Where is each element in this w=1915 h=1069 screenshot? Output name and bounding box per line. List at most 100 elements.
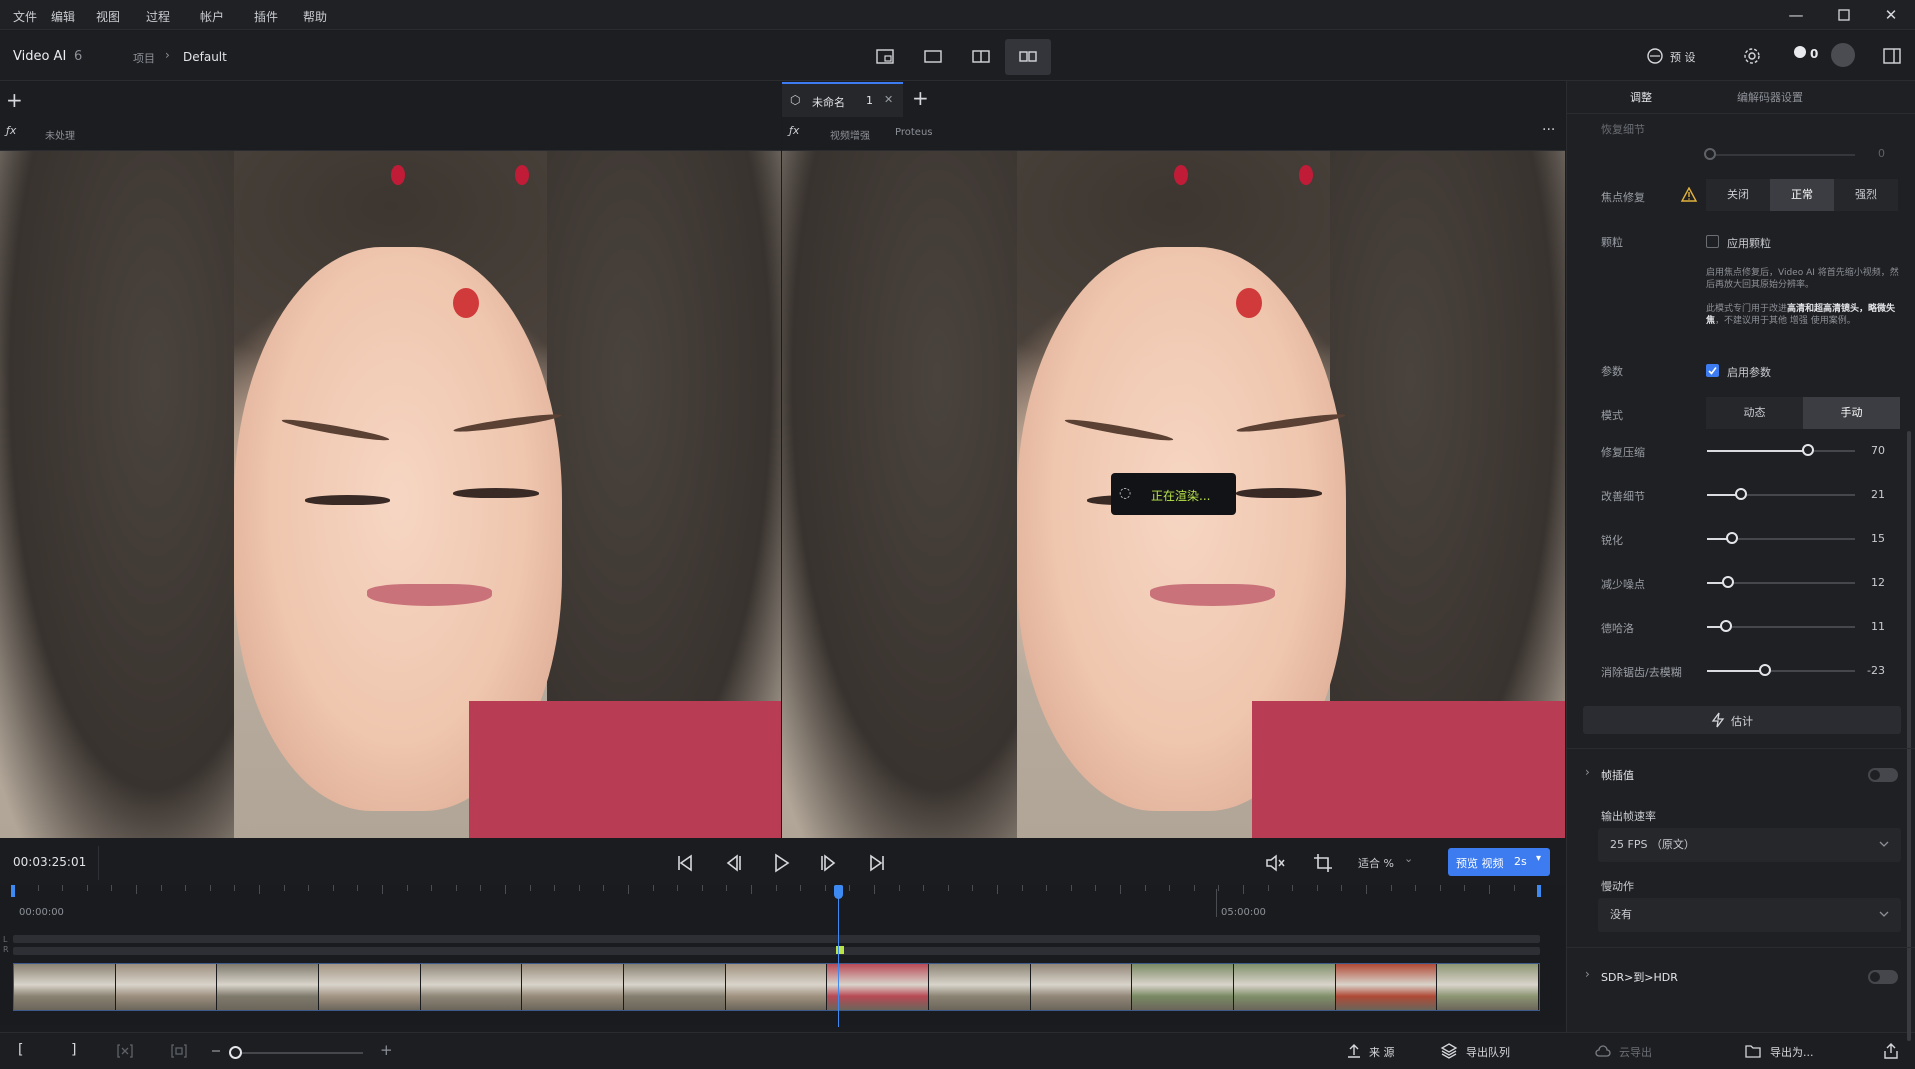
focus-fix-strong[interactable]: 强烈 [1834,179,1898,211]
zoom-in-icon[interactable]: + [380,1041,393,1059]
in-marker[interactable] [11,885,15,897]
timeline-zoom-knob[interactable] [229,1046,242,1059]
thumbnail [522,964,624,1010]
add-tab-icon[interactable]: + [912,86,929,110]
preview-chevron-down-icon[interactable]: ▾ [1536,853,1541,864]
original-video-preview[interactable] [0,151,781,838]
skip-to-start-icon[interactable] [672,850,698,876]
zoom-chevron-down-icon[interactable]: ⌄ [1404,852,1413,865]
view-single-button[interactable] [910,39,956,75]
breadcrumb-current[interactable]: Default [183,50,227,64]
step-forward-icon[interactable] [816,850,842,876]
tab-codec-settings[interactable]: 编解码器设置 [1737,89,1803,105]
apply-grain-checkbox[interactable] [1706,235,1719,248]
menu-account[interactable]: 帐户 [200,8,224,25]
cloud-export-button[interactable]: 云导出 [1619,1044,1652,1060]
mute-icon[interactable] [1262,850,1288,876]
mode-manual[interactable]: 手动 [1803,397,1900,429]
ruler-tick [86,885,88,891]
tab-untitled[interactable]: ⬡ 未命名 1 ✕ [782,82,903,117]
slider-knob[interactable] [1802,444,1814,456]
slider-knob[interactable] [1726,532,1738,544]
view-single-crop-button[interactable] [862,39,908,75]
menu-process[interactable]: 过程 [146,8,170,25]
timeline[interactable]: 00:00:00 05:00:00 L R [0,885,1565,1027]
ruler-tick [1341,885,1343,891]
playhead-handle[interactable] [834,885,843,899]
menu-plugins[interactable]: 插件 [254,8,278,25]
select-clip-icon[interactable] [171,1043,187,1059]
focus-fix-normal[interactable]: 正常 [1770,179,1834,211]
avatar[interactable] [1831,43,1855,67]
toggle-panel-icon[interactable] [1883,47,1901,65]
maximize-icon[interactable] [1832,4,1856,26]
tab-adjust[interactable]: 调整 [1630,89,1652,105]
thumbnail-strip[interactable] [13,963,1540,1011]
ruler-tick [1169,885,1171,891]
set-in-point-button[interactable]: [ [18,1042,23,1058]
chevron-right-icon[interactable]: › [1585,765,1590,779]
close-window-icon[interactable]: ✕ [1879,4,1903,26]
timeline-zoom-track[interactable] [236,1052,363,1054]
menu-file[interactable]: 文件 [13,8,37,25]
menu-view[interactable]: 视图 [96,8,120,25]
panel-scrollbar[interactable] [1907,431,1911,1041]
play-icon[interactable] [768,850,794,876]
timeline-ruler[interactable] [13,885,1539,905]
export-as-button[interactable]: 导出为... [1770,1044,1814,1060]
ruler-tick [480,885,482,891]
slider-knob[interactable] [1722,576,1734,588]
preview-video-label: 预览 视频 [1456,857,1504,870]
frame-interp-toggle[interactable] [1868,768,1898,782]
zoom-select[interactable]: 适合 % [1358,855,1394,871]
more-options-icon[interactable]: ··· [1542,122,1555,138]
source-button[interactable]: 来 源 [1369,1044,1395,1060]
playhead[interactable] [834,885,843,1027]
gear-icon[interactable] [1743,47,1761,65]
breadcrumb-root[interactable]: 项目 [133,50,155,66]
presets-icon[interactable] [1646,47,1664,65]
ruler-tick [1316,885,1318,891]
focus-fix-off[interactable]: 关闭 [1706,179,1770,211]
crop-icon[interactable] [1310,850,1336,876]
credits-count: 0 [1810,47,1819,61]
share-icon[interactable] [1882,1042,1900,1060]
view-side-by-side-button[interactable] [1005,39,1051,75]
slider-knob[interactable] [1735,488,1747,500]
add-icon[interactable]: + [6,88,23,112]
slider-knob[interactable] [1759,664,1771,676]
step-back-icon[interactable] [720,850,746,876]
out-marker[interactable] [1537,885,1541,897]
mode-dynamic[interactable]: 动态 [1706,397,1803,429]
chevron-right-icon[interactable]: › [1585,967,1590,981]
ruler-tick [874,885,875,894]
ruler-tick [357,885,359,891]
set-out-point-button[interactable]: ] [71,1042,76,1058]
export-queue-button[interactable]: 导出队列 [1466,1044,1510,1060]
output-fps-select[interactable]: 25 FPS （原文） [1598,828,1901,862]
estimate-button[interactable]: 估计 [1583,706,1901,734]
minimize-icon[interactable]: — [1784,4,1808,26]
lane-label-l: L [3,935,8,944]
slow-motion-select[interactable]: 没有 [1598,898,1901,932]
view-split-button[interactable] [958,39,1004,75]
side-by-side-icon [1019,51,1037,62]
restore-detail-track[interactable] [1707,154,1855,156]
ruler-tick [1070,885,1072,891]
spinner-icon: ◌ [1119,485,1132,501]
sdr-hdr-toggle[interactable] [1868,970,1898,984]
ruler-tick [775,885,777,891]
zoom-out-icon[interactable] [210,1045,222,1057]
skip-to-end-icon[interactable] [864,850,890,876]
grain-label: 颗粒 [1601,236,1623,249]
preview-video-button[interactable]: 预览 视频 2s ▾ [1448,848,1550,876]
clear-in-out-icon[interactable] [117,1043,133,1059]
menu-edit[interactable]: 编辑 [51,8,75,25]
enable-params-checkbox[interactable] [1706,364,1719,377]
slider-knob[interactable] [1720,620,1732,632]
restore-detail-knob[interactable] [1704,148,1716,160]
tab-close-icon[interactable]: ✕ [884,93,893,106]
ruler-tick [824,885,826,891]
menu-help[interactable]: 帮助 [303,8,327,25]
presets-button[interactable]: 预 设 [1670,49,1696,65]
